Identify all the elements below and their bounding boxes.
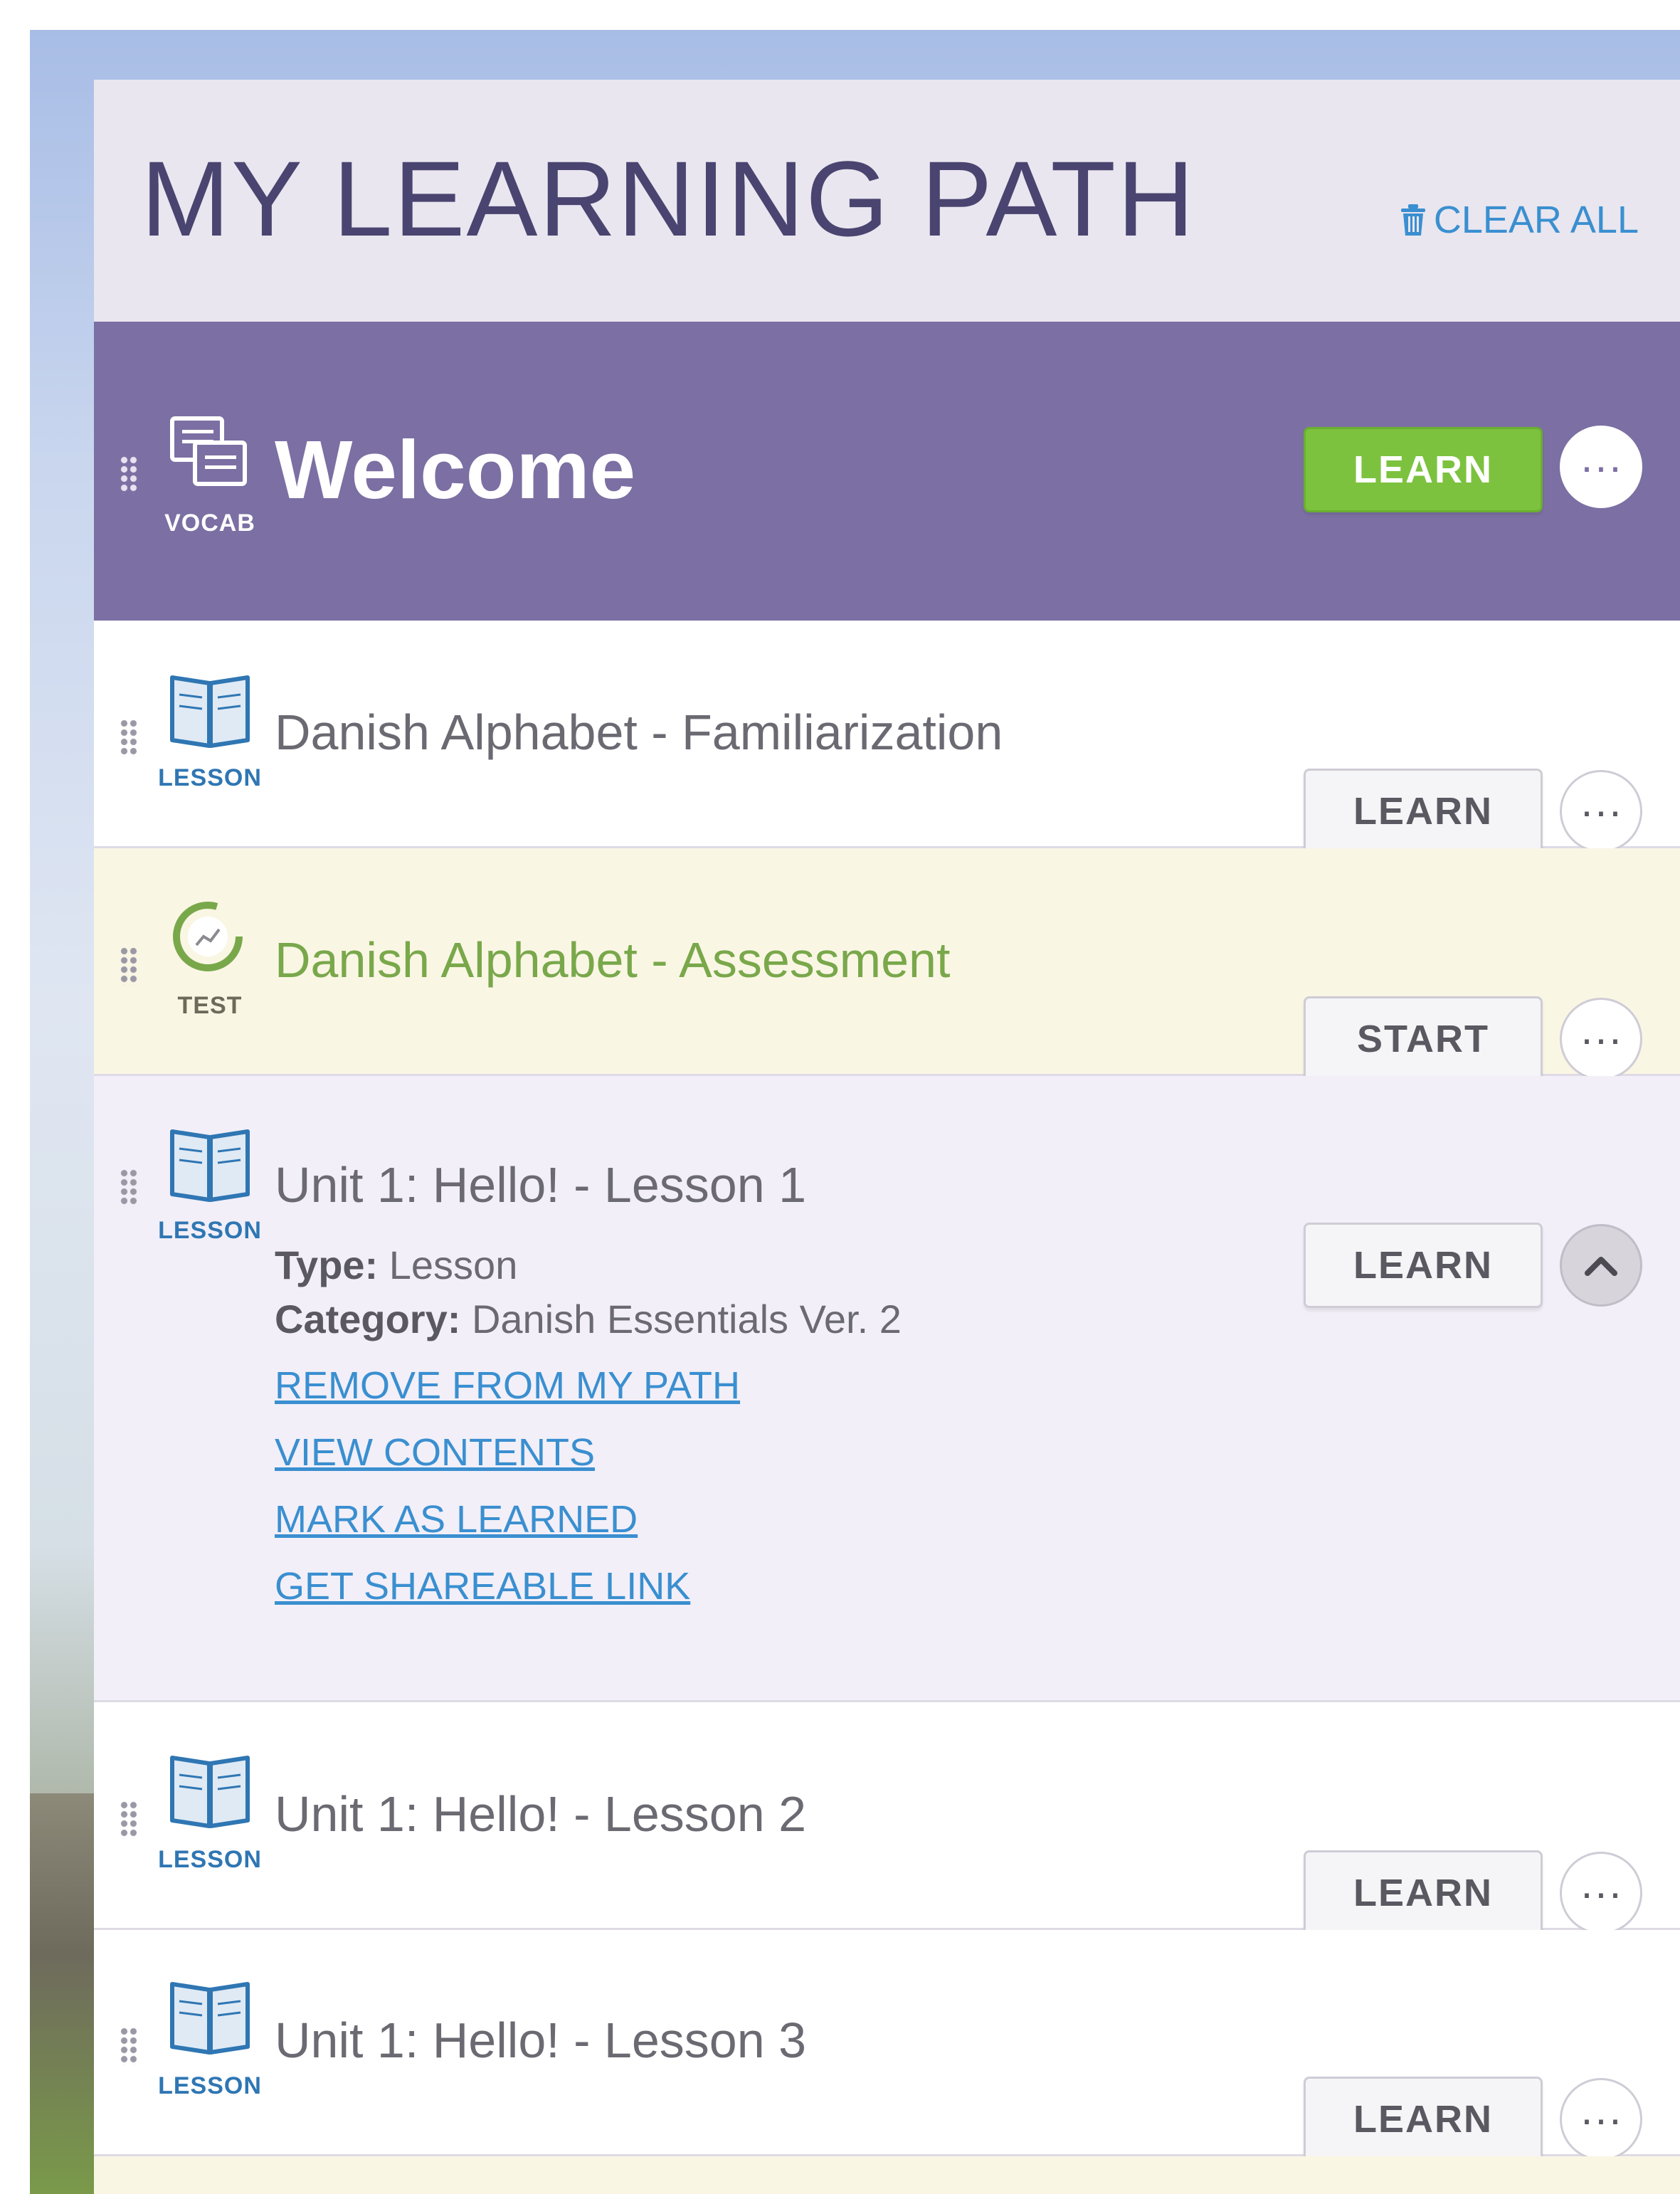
item-type-label: LESSON xyxy=(158,764,262,791)
chevron-up-icon xyxy=(1585,1257,1617,1276)
get-shareable-link[interactable]: GET SHAREABLE LINK xyxy=(275,1567,902,1605)
book-icon xyxy=(170,675,250,748)
view-contents-link[interactable]: VIEW CONTENTS xyxy=(275,1433,902,1472)
item-title[interactable]: Danish Alphabet - Assessment xyxy=(275,935,950,985)
drag-handle-icon[interactable] xyxy=(120,719,138,757)
path-item-lesson: LESSON Unit 1: Hello! - Lesson 2 LEARN ·… xyxy=(94,1702,1680,1936)
learning-path-panel: MY LEARNING PATH CLEAR ALL VOCAB Welcome xyxy=(94,80,1680,2194)
detail-type-value: Lesson xyxy=(389,1243,518,1287)
learn-button[interactable]: LEARN xyxy=(1304,2077,1543,2162)
more-icon: ··· xyxy=(1580,1015,1622,1062)
book-icon xyxy=(170,1756,250,1828)
more-icon: ··· xyxy=(1580,787,1622,835)
next-item-partial xyxy=(94,2156,1680,2194)
path-item-test: TEST Danish Alphabet - Assessment START … xyxy=(94,848,1680,1082)
detail-type-key: Type: xyxy=(275,1243,379,1287)
item-title[interactable]: Unit 1: Hello! - Lesson 2 xyxy=(275,1789,806,1839)
more-options-button[interactable]: ··· xyxy=(1560,1852,1642,1934)
remove-from-path-link[interactable]: REMOVE FROM MY PATH xyxy=(275,1366,902,1405)
item-title[interactable]: Welcome xyxy=(275,428,635,511)
drag-handle-icon[interactable] xyxy=(120,455,138,494)
path-item-lesson: LESSON Danish Alphabet - Familiarization… xyxy=(94,621,1680,854)
panel-header: MY LEARNING PATH CLEAR ALL xyxy=(94,80,1680,322)
more-icon: ··· xyxy=(1580,1869,1622,1916)
detail-category-key: Category: xyxy=(275,1297,461,1341)
learn-button[interactable]: LEARN xyxy=(1304,427,1543,512)
start-button[interactable]: START xyxy=(1304,996,1543,1082)
item-type-label: LESSON xyxy=(158,1846,262,1873)
detail-category: Category: Danish Essentials Ver. 2 xyxy=(275,1299,902,1339)
drag-handle-icon[interactable] xyxy=(120,946,138,985)
collapse-button[interactable] xyxy=(1560,1224,1642,1307)
item-type-label: VOCAB xyxy=(164,510,255,537)
book-icon xyxy=(170,1129,250,1202)
path-item-welcome: VOCAB Welcome LEARN ··· xyxy=(94,322,1680,621)
detail-category-value: Danish Essentials Ver. 2 xyxy=(471,1297,902,1341)
more-options-button[interactable]: ··· xyxy=(1560,998,1642,1080)
path-item-lesson: LESSON Unit 1: Hello! - Lesson 3 LEARN ·… xyxy=(94,1930,1680,2162)
more-options-button[interactable]: ··· xyxy=(1560,426,1642,508)
clear-all-button[interactable]: CLEAR ALL xyxy=(1400,201,1639,239)
vocab-icon xyxy=(170,416,247,486)
drag-handle-icon[interactable] xyxy=(120,1800,138,1839)
item-actions: REMOVE FROM MY PATH VIEW CONTENTS MARK A… xyxy=(275,1366,902,1605)
more-icon: ··· xyxy=(1580,2095,1622,2143)
detail-type: Type: Lesson xyxy=(275,1245,902,1285)
learn-button[interactable]: LEARN xyxy=(1304,1223,1543,1308)
more-icon: ··· xyxy=(1580,443,1622,490)
book-icon xyxy=(170,1982,250,2055)
trash-icon xyxy=(1400,204,1425,236)
item-details: Type: Lesson Category: Danish Essentials… xyxy=(275,1245,902,1634)
test-progress-icon xyxy=(173,902,243,971)
item-title[interactable]: Unit 1: Hello! - Lesson 3 xyxy=(275,2015,806,2065)
mark-as-learned-link[interactable]: MARK AS LEARNED xyxy=(275,1500,902,1539)
more-options-button[interactable]: ··· xyxy=(1560,2078,1642,2161)
drag-handle-icon[interactable] xyxy=(120,1169,138,1207)
path-item-lesson-expanded: LESSON Unit 1: Hello! - Lesson 1 LEARN T… xyxy=(94,1076,1680,1702)
clear-all-label: CLEAR ALL xyxy=(1433,199,1639,241)
page-title: MY LEARNING PATH xyxy=(141,139,1196,258)
item-title[interactable]: Danish Alphabet - Familiarization xyxy=(275,707,1003,757)
learn-button[interactable]: LEARN xyxy=(1304,769,1543,854)
drag-handle-icon[interactable] xyxy=(120,2027,138,2065)
item-type-label: LESSON xyxy=(158,2072,262,2099)
learn-button[interactable]: LEARN xyxy=(1304,1850,1543,1936)
item-title[interactable]: Unit 1: Hello! - Lesson 1 xyxy=(275,1160,806,1210)
item-type-label: TEST xyxy=(177,992,243,1019)
item-type-label: LESSON xyxy=(158,1217,262,1244)
more-options-button[interactable]: ··· xyxy=(1560,770,1642,853)
